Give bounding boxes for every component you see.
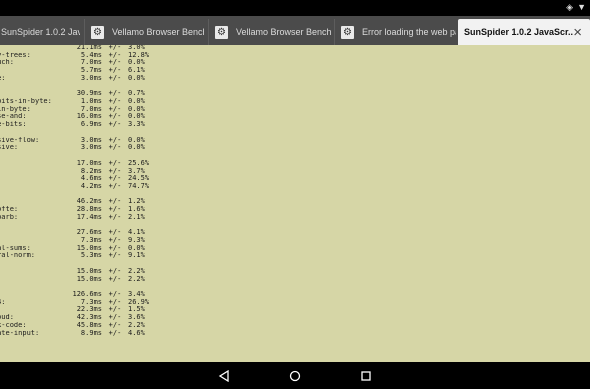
result-var: 3.3% [128,120,145,129]
result-row: recursive: 3.0ms +/- 0.0% [0,144,158,152]
navigation-bar [0,362,590,389]
result-name [0,45,66,52]
result-name: nsieve-bits: [0,121,27,129]
result-name [0,291,66,299]
result-name [0,175,66,183]
result-name: base64: [0,298,6,306]
result-name: fft-tofte: [0,206,19,214]
result-row: validate-input: 8.9ms +/- 4.6% [0,328,158,338]
tab-sunspider-active[interactable]: SunSpider 1.0.2 JavaScr... × [458,19,590,45]
result-pm: +/- [108,212,122,221]
result-name [0,260,66,268]
result-time: 3.0ms [80,73,102,82]
results-list: 21.1ms+/-3.0%binary-trees:5.4ms+/-12.8%f… [0,45,158,337]
result-var: 0.0% [128,73,145,82]
recents-icon[interactable] [358,368,374,384]
result-time: 3.0ms [80,143,102,152]
tab-label: Vellamo Browser Bench... [236,27,332,37]
result-name: recursive-flow: [0,136,40,144]
result-var: 2.1% [128,212,145,221]
result-name [0,168,66,176]
result-name: 3bit-bits-in-byte: [0,98,52,106]
result-row: 4.2ms +/- 74.7% [0,181,158,191]
result-name: partial-sums: [0,244,31,252]
result-var: 74.7% [128,181,150,190]
result-name: recursive: [0,144,19,152]
result-pm: +/- [108,251,122,260]
result-time: 17.4ms [76,212,102,221]
result-name: validate-input: [0,329,40,337]
result-pm: +/- [108,274,122,283]
vellamo-icon: ⚙ [91,25,104,39]
result-var: 9.1% [128,251,145,260]
tab-error-loading[interactable]: ⚙ Error loading the web pa... [334,19,456,45]
result-pm: +/- [108,143,122,152]
result-name: rdic: [0,237,66,245]
vellamo-icon: ⚙ [341,25,354,39]
close-tab-icon[interactable]: × [573,24,582,41]
result-name [0,191,66,199]
page-content[interactable]: 21.1ms+/-3.0%binary-trees:5.4ms+/-12.8%f… [0,45,590,362]
tab-strip: SunSpider 1.0.2 JavaScript ⚙ Vellamo Bro… [0,16,590,45]
result-time: 15.0ms [76,274,102,283]
vellamo-icon: ⚙ [215,25,228,39]
result-name [0,268,66,276]
result-time: 4.2ms [80,181,102,190]
tab-label: Vellamo Browser Bench... [112,27,204,37]
result-name: fannkuch: [0,59,14,67]
result-name: tagcloud: [0,314,14,322]
result-pm: +/- [108,73,122,82]
result-pm: +/- [108,181,122,190]
result-time: 5.3ms [80,251,102,260]
result-name [0,152,66,160]
result-name [0,198,66,206]
tab-vellamo-2[interactable]: ⚙ Vellamo Browser Bench... [208,19,332,45]
result-name: fasta: [0,306,66,314]
result-row: nsieve-bits: 6.9ms +/- 3.3% [0,120,158,129]
result-var: 4.6% [128,328,145,337]
vibrate-icon: ◈ [566,2,574,12]
tab-label: Error loading the web pa... [362,27,456,37]
status-bar: ◈ ▼ [0,0,590,16]
result-var: 0.0% [128,143,145,152]
result-pm: +/- [108,120,122,129]
result-name: fft-xparb: [0,213,19,221]
tab-label: SunSpider 1.0.2 JavaScript [1,27,80,37]
result-name [0,83,66,91]
result-row: spectral-norm: 5.3ms +/- 9.1% [0,252,158,260]
result-name [0,276,66,284]
result-time: 8.9ms [80,328,102,337]
result-var: 2.2% [128,274,145,283]
back-icon[interactable] [216,368,232,384]
result-name: bits-in-byte: [0,105,31,113]
result-name: spectral-norm: [0,252,36,260]
result-pm: +/- [108,328,122,337]
result-row: fft-xparb: 17.4ms +/- 2.1% [0,212,158,222]
result-name: unpack-code: [0,321,27,329]
result-name [0,129,66,137]
wifi-icon: ▼ [577,2,586,12]
tab-vellamo-1[interactable]: ⚙ Vellamo Browser Bench... [84,19,204,45]
result-row: 15.0ms +/- 2.2% [0,274,158,284]
result-name: binary-trees: [0,51,31,59]
result-name [0,160,66,168]
result-name [0,90,66,98]
home-icon[interactable] [287,368,303,384]
result-name [0,222,66,230]
result-row: nsieve: 3.0ms +/- 0.0% [0,73,158,83]
tab-label: SunSpider 1.0.2 JavaScr... [464,27,574,37]
result-name: nsieve: [0,74,6,82]
result-name: bitwise-and: [0,113,27,121]
result-name [0,183,66,191]
result-name [0,229,66,237]
result-name [0,283,66,291]
result-name: nbody: [0,67,66,75]
tab-sunspider-left[interactable]: SunSpider 1.0.2 JavaScript [0,19,80,45]
result-time: 6.9ms [80,120,102,129]
